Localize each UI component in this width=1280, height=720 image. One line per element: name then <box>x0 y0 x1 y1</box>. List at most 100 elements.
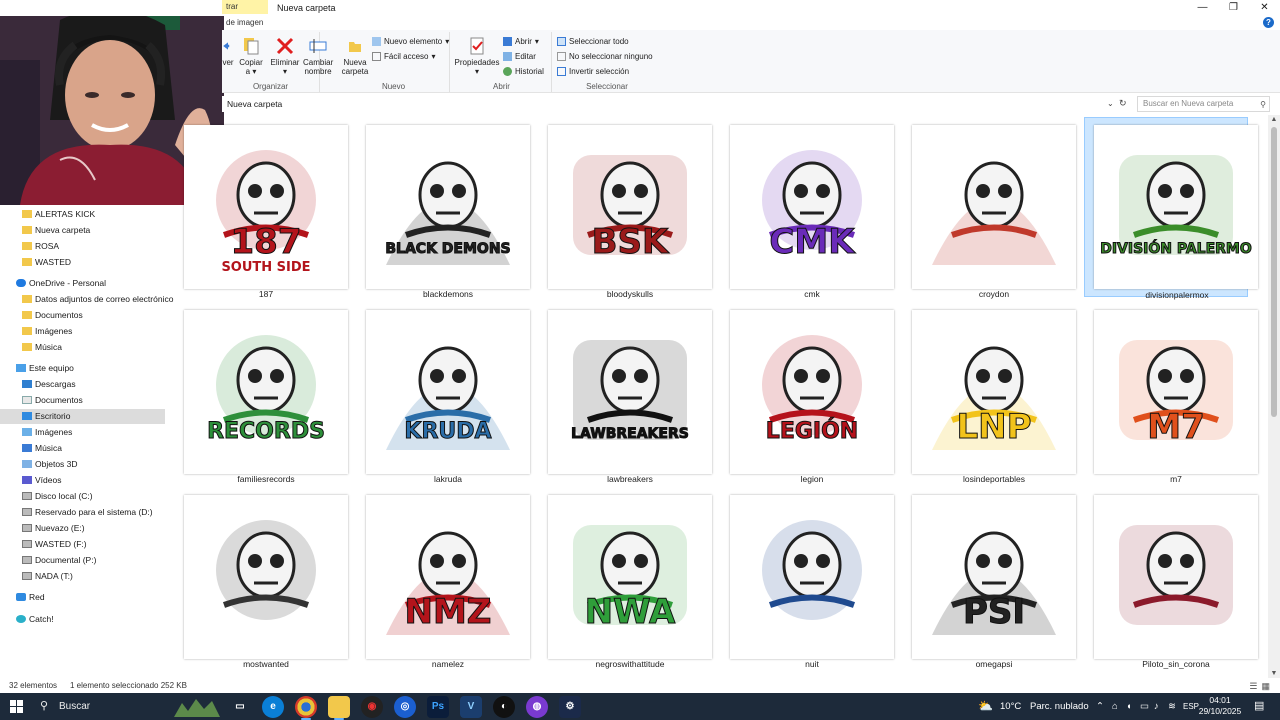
easy-access-button[interactable]: Fácil acceso ▾ <box>372 52 435 61</box>
image-thumbnail[interactable]: NWA <box>548 495 712 659</box>
photoshop-icon[interactable]: Ps <box>427 696 449 718</box>
sidebar-item[interactable]: Nuevazo (E:) <box>0 521 165 536</box>
image-thumbnail[interactable]: NMZ <box>366 495 530 659</box>
file-tile[interactable]: PSI omegapsi <box>902 487 1076 669</box>
image-thumbnail[interactable]: LEGIÓN <box>730 310 894 474</box>
image-thumbnail[interactable] <box>1094 495 1258 659</box>
file-tile[interactable]: M7 m7 <box>1084 302 1258 484</box>
copy-button[interactable]: Copiar a ▾ <box>238 36 264 76</box>
sidebar-item[interactable]: Catch! <box>0 612 165 627</box>
sidebar-item[interactable]: WASTED <box>0 255 165 270</box>
scroll-up-icon[interactable]: ▲ <box>1268 116 1280 123</box>
notifications-icon[interactable]: ▤ <box>1254 693 1264 720</box>
chevron-down-icon[interactable]: ⌄ <box>1107 99 1114 108</box>
sidebar-item[interactable]: WASTED (F:) <box>0 537 165 552</box>
weather-temp[interactable]: 10°C <box>1000 693 1021 720</box>
image-thumbnail[interactable]: PSI <box>912 495 1076 659</box>
task-view-icon[interactable]: ▭ <box>229 696 251 718</box>
file-tile[interactable]: croydon <box>902 117 1076 299</box>
help-icon[interactable]: ? <box>1263 17 1274 28</box>
new-folder-button[interactable]: Nueva carpeta <box>340 36 370 76</box>
image-thumbnail[interactable] <box>730 495 894 659</box>
clock[interactable]: 04:01 29/10/2025 <box>1198 695 1242 717</box>
new-item-button[interactable]: Nuevo elemento ▾ <box>372 37 449 46</box>
maximize-button[interactable]: ❐ <box>1218 0 1249 16</box>
address-bar[interactable]: Nueva carpeta <box>222 96 1132 112</box>
sidebar-item[interactable]: ALERTAS KICK <box>0 207 165 222</box>
invert-selection-button[interactable]: Invertir selección <box>557 67 629 76</box>
close-button[interactable]: ✕ <box>1249 0 1280 16</box>
sidebar-item[interactable]: Documentos <box>0 308 165 323</box>
wifi-icon[interactable]: ≋ <box>1168 693 1176 720</box>
file-tile[interactable]: KRUDA lakruda <box>356 302 530 484</box>
taskbar-search[interactable]: ⚲ Buscar <box>34 695 220 718</box>
sidebar-item[interactable]: Reservado para el sistema (D:) <box>0 505 165 520</box>
sidebar-item[interactable]: Imágenes <box>0 425 165 440</box>
select-all-button[interactable]: Seleccionar todo <box>557 37 629 46</box>
battery-icon[interactable]: ▭ <box>1140 693 1149 720</box>
file-tile[interactable]: mostwanted <box>174 487 348 669</box>
file-tile[interactable]: BLACK DEMONS blackdemons <box>356 117 530 299</box>
details-view-icon[interactable]: ☰ <box>1249 681 1261 691</box>
network-icon[interactable]: ⌂ <box>1112 693 1118 720</box>
weather-desc[interactable]: Parc. nublado <box>1030 693 1089 720</box>
sidebar-item[interactable]: Música <box>0 441 165 456</box>
scrollbar-thumb[interactable] <box>1271 127 1277 417</box>
properties-button[interactable]: Propiedades ▾ <box>454 36 500 76</box>
file-tile[interactable]: LAWBREAKERS lawbreakers <box>538 302 712 484</box>
sidebar-item[interactable]: Música <box>0 340 165 355</box>
browser-icon[interactable]: ◎ <box>394 696 416 718</box>
steam-icon[interactable]: ⚙ <box>559 696 581 718</box>
minimize-button[interactable]: — <box>1187 0 1218 16</box>
image-thumbnail[interactable]: KRUDA <box>366 310 530 474</box>
refresh-icon[interactable]: ↻ <box>1119 98 1127 109</box>
image-thumbnail[interactable]: 187 SOUTH SIDE <box>184 125 348 289</box>
app-icon[interactable]: ◍ <box>526 696 548 718</box>
file-tile[interactable]: CMK cmk <box>720 117 894 299</box>
chevron-up-icon[interactable]: ⌃ <box>1096 693 1104 720</box>
search-input[interactable]: Buscar en Nueva carpeta ⚲ <box>1137 96 1270 112</box>
image-thumbnail[interactable]: BLACK DEMONS <box>366 125 530 289</box>
tab-image-tools[interactable]: de imagen <box>222 16 267 29</box>
image-thumbnail[interactable]: LAWBREAKERS <box>548 310 712 474</box>
file-tile[interactable]: BSK bloodyskulls <box>538 117 712 299</box>
sidebar-item[interactable]: Red <box>0 590 165 605</box>
breadcrumb[interactable]: Nueva carpeta <box>227 99 282 109</box>
move-button[interactable]: ver <box>222 36 234 67</box>
image-thumbnail[interactable] <box>912 125 1076 289</box>
image-thumbnail[interactable]: M7 <box>1094 310 1258 474</box>
edit-button[interactable]: Editar <box>503 52 536 61</box>
file-explorer-icon[interactable] <box>328 696 350 720</box>
vertical-scrollbar[interactable]: ▲ ▼ <box>1268 115 1280 678</box>
sidebar-item[interactable]: Disco local (C:) <box>0 489 165 504</box>
image-thumbnail[interactable]: DIVISIÓN PALERMO <box>1094 125 1258 289</box>
file-tile[interactable]: DIVISIÓN PALERMO divisionpalermox <box>1084 117 1258 300</box>
file-tile[interactable]: LNP losindeportables <box>902 302 1076 484</box>
speaker-icon[interactable]: ♪ <box>1154 693 1159 720</box>
large-icons-view-icon[interactable]: ▦ <box>1261 681 1274 691</box>
image-thumbnail[interactable]: LNP <box>912 310 1076 474</box>
sidebar-item[interactable]: Este equipo <box>0 361 165 376</box>
sidebar-item[interactable]: NADA (T:) <box>0 569 165 584</box>
file-tile[interactable]: RECORDS familiesrecords <box>174 302 348 484</box>
file-tile[interactable]: NWA negroswithattitude <box>538 487 712 669</box>
ribbon-contextual-tab[interactable]: trar <box>222 0 268 14</box>
open-button[interactable]: Abrir ▾ <box>503 37 539 46</box>
file-tile[interactable]: LEGIÓN legion <box>720 302 894 484</box>
obs-icon[interactable]: ◉ <box>361 696 383 718</box>
chrome-icon[interactable] <box>295 696 317 720</box>
image-thumbnail[interactable]: BSK <box>548 125 712 289</box>
sidebar-item[interactable]: Descargas <box>0 377 165 392</box>
sidebar-item[interactable]: OneDrive - Personal <box>0 276 165 291</box>
language-indicator[interactable]: ESP <box>1183 693 1199 720</box>
file-tile[interactable]: 187 SOUTH SIDE 187 <box>174 117 348 299</box>
sidebar-item[interactable]: Objetos 3D <box>0 457 165 472</box>
vegas-icon[interactable]: V <box>460 696 482 718</box>
file-tile[interactable]: Piloto_sin_corona <box>1084 487 1258 669</box>
sidebar-item[interactable]: Imágenes <box>0 324 165 339</box>
rename-button[interactable]: Cambiar nombre <box>301 36 335 76</box>
file-tile[interactable]: nuit <box>720 487 894 669</box>
sidebar-item[interactable]: Datos adjuntos de correo electrónico <box>0 292 173 307</box>
sidebar-item[interactable]: ROSA <box>0 239 165 254</box>
windows-start-icon[interactable] <box>10 700 23 713</box>
